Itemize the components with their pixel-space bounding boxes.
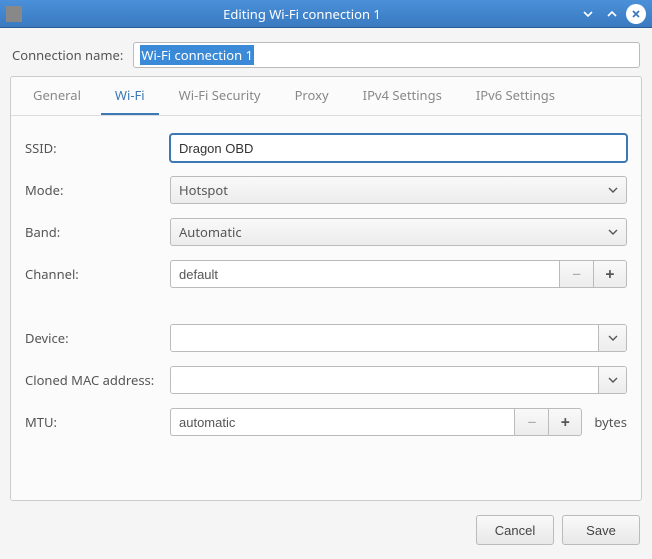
mtu-spinner: − + [170,408,582,436]
close-icon [631,9,641,19]
window-buttons [578,4,646,24]
connection-name-value: Wi-Fi connection 1 [140,45,254,65]
tab-wifi-security[interactable]: Wi-Fi Security [165,77,275,115]
chevron-down-icon [608,335,618,341]
ssid-label: SSID: [25,139,170,157]
bottom-spacer [25,450,627,490]
connection-name-row: Connection name: Wi-Fi connection 1 [0,28,652,76]
channel-row: Channel: − + [25,260,627,288]
tab-proxy[interactable]: Proxy [281,77,343,115]
channel-spinner: − + [170,260,627,288]
app-icon [6,6,22,22]
mtu-decrement[interactable]: − [514,408,548,436]
cloned-mac-input[interactable] [171,367,598,393]
band-select[interactable]: Automatic [170,218,627,246]
device-label: Device: [25,329,170,347]
mtu-input[interactable] [170,408,514,436]
tab-wifi[interactable]: Wi-Fi [101,77,159,115]
mode-value: Hotspot [179,181,228,199]
cloned-mac-row: Cloned MAC address: [25,366,627,394]
band-row: Band: Automatic [25,218,627,246]
tab-container: General Wi-Fi Wi-Fi Security Proxy IPv4 … [10,76,642,501]
band-label: Band: [25,223,170,241]
chevron-down-icon [608,229,618,235]
mtu-suffix: bytes [588,413,627,431]
tab-body-wifi: SSID: Mode: Hotspot Band: Automatic [11,116,641,500]
channel-decrement[interactable]: − [559,260,593,288]
cloned-mac-combo[interactable] [170,366,627,394]
mode-label: Mode: [25,181,170,199]
close-button[interactable] [626,4,646,24]
footer: Cancel Save [0,501,652,559]
mode-select[interactable]: Hotspot [170,176,627,204]
mtu-label: MTU: [25,413,170,431]
connection-name-label: Connection name: [12,46,123,64]
ssid-input[interactable] [170,134,627,162]
chevron-down-icon [608,187,618,193]
tabs: General Wi-Fi Wi-Fi Security Proxy IPv4 … [11,77,641,116]
device-row: Device: [25,324,627,352]
tab-ipv6[interactable]: IPv6 Settings [462,77,569,115]
channel-label: Channel: [25,265,170,283]
spacer [25,302,627,324]
mode-row: Mode: Hotspot [25,176,627,204]
device-dropdown-button[interactable] [598,325,626,351]
window-title: Editing Wi-Fi connection 1 [26,5,578,23]
chevron-up-icon [606,8,618,20]
ssid-row: SSID: [25,134,627,162]
device-input[interactable] [171,325,598,351]
titlebar: Editing Wi-Fi connection 1 [0,0,652,28]
channel-input[interactable] [170,260,559,288]
chevron-down-icon [582,8,594,20]
connection-name-input[interactable]: Wi-Fi connection 1 [133,42,640,68]
band-value: Automatic [179,223,242,241]
chevron-down-icon [608,377,618,383]
tab-general[interactable]: General [19,77,95,115]
tab-ipv4[interactable]: IPv4 Settings [349,77,456,115]
minimize-button[interactable] [578,4,598,24]
maximize-button[interactable] [602,4,622,24]
device-combo[interactable] [170,324,627,352]
mtu-increment[interactable]: + [548,408,582,436]
cloned-mac-label: Cloned MAC address: [25,371,170,389]
mtu-row: MTU: − + bytes [25,408,627,436]
channel-increment[interactable]: + [593,260,627,288]
cloned-mac-dropdown-button[interactable] [598,367,626,393]
